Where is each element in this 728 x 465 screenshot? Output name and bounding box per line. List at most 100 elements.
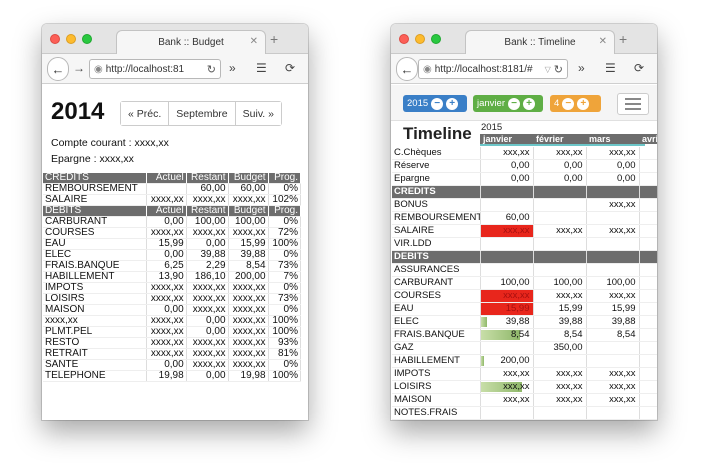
amount-cell[interactable]: 8,54 bbox=[586, 328, 640, 343]
overflow-chevron-icon[interactable]: » bbox=[229, 61, 236, 75]
amount-cell[interactable]: 0,00 bbox=[586, 159, 640, 174]
back-arrow-icon[interactable]: ← bbox=[48, 58, 68, 80]
amount-cell[interactable]: xxx,xx bbox=[533, 367, 587, 382]
month-selector[interactable]: Septembre bbox=[168, 102, 235, 125]
close-window-button[interactable] bbox=[50, 34, 60, 44]
amount-cell[interactable] bbox=[533, 406, 587, 420]
forward-arrow-icon[interactable]: → bbox=[73, 61, 85, 75]
amount-cell[interactable]: xxx,xx bbox=[533, 147, 587, 161]
reload-icon[interactable]: ↻ bbox=[554, 63, 563, 76]
nav-buttons: ← bbox=[47, 57, 69, 81]
amount-cell: xxxx,xx bbox=[228, 227, 269, 240]
year-decrement-button[interactable]: − bbox=[431, 97, 444, 110]
amount-cell[interactable]: xxx,xx bbox=[480, 380, 534, 395]
amount-cell[interactable]: 200,00 bbox=[480, 354, 534, 369]
amount-cell[interactable]: 0,00 bbox=[586, 172, 640, 187]
amount-cell[interactable]: xxx,xx bbox=[586, 380, 640, 395]
zoom-window-button[interactable] bbox=[431, 34, 441, 44]
amount-cell[interactable]: 60,00 bbox=[480, 211, 534, 226]
amount-cell[interactable]: xxx,xx bbox=[480, 289, 534, 304]
close-window-button[interactable] bbox=[399, 34, 409, 44]
amount-cell[interactable]: xxx,xx bbox=[586, 224, 640, 239]
amount-cell[interactable]: xxx,xx bbox=[533, 393, 587, 408]
browser-tab[interactable]: Bank :: Timeline ✕ bbox=[465, 30, 615, 54]
prev-month-button[interactable]: « Préc. bbox=[121, 102, 169, 125]
close-icon[interactable]: ✕ bbox=[599, 36, 607, 47]
count-increment-button[interactable]: + bbox=[577, 97, 590, 110]
amount-cell[interactable] bbox=[480, 237, 534, 252]
zoom-window-button[interactable] bbox=[82, 34, 92, 44]
amount-cell[interactable]: 39,88 bbox=[533, 315, 587, 330]
amount-cell[interactable]: xxx,xx bbox=[586, 147, 640, 161]
month-decrement-button[interactable]: − bbox=[508, 97, 520, 110]
sync-icon[interactable]: ⟳ bbox=[285, 61, 295, 75]
amount-cell[interactable] bbox=[533, 198, 587, 213]
amount-cell[interactable]: 8,54 bbox=[533, 328, 587, 343]
amount-cell[interactable]: 100,00 bbox=[480, 276, 534, 291]
amount-cell[interactable] bbox=[586, 211, 640, 226]
amount-cell[interactable]: xxx,xx bbox=[533, 224, 587, 239]
amount-cell[interactable] bbox=[533, 211, 587, 226]
reload-icon[interactable]: ↻ bbox=[207, 63, 216, 76]
amount-cell[interactable]: xxx,xx bbox=[586, 198, 640, 213]
amount-cell[interactable] bbox=[480, 198, 534, 213]
amount-cell[interactable] bbox=[533, 354, 587, 369]
amount-cell[interactable]: 0,00 bbox=[533, 159, 587, 174]
month-label: mars bbox=[589, 134, 611, 144]
amount-cell[interactable]: 0,00 bbox=[480, 159, 534, 174]
amount-cell[interactable]: 0,00 bbox=[533, 172, 587, 187]
next-month-button[interactable]: Suiv. » bbox=[234, 102, 281, 125]
amount-cell[interactable]: 100,00 bbox=[533, 276, 587, 291]
amount-cell[interactable] bbox=[586, 263, 640, 278]
amount-cell[interactable]: xxx,xx bbox=[480, 393, 534, 408]
amount-cell[interactable] bbox=[586, 354, 640, 369]
url-bar[interactable]: ◉ http://localhost:81 ↻ bbox=[89, 59, 221, 79]
globe-icon: ◉ bbox=[94, 63, 103, 75]
amount-cell[interactable]: xxx,xx bbox=[480, 224, 534, 239]
sync-icon[interactable]: ⟳ bbox=[634, 61, 644, 75]
month-increment-button[interactable]: + bbox=[523, 97, 535, 110]
amount-cell[interactable] bbox=[480, 406, 534, 420]
menu-icon[interactable]: ☰ bbox=[605, 61, 616, 75]
overflow-chevron-icon[interactable]: » bbox=[578, 61, 585, 75]
amount-cell[interactable]: 8,54 bbox=[480, 328, 534, 343]
amount-cell[interactable]: 350,00 bbox=[533, 341, 587, 356]
amount-cell[interactable]: 100,00 bbox=[586, 276, 640, 291]
hamburger-menu-button[interactable] bbox=[617, 93, 649, 115]
budget-table: CREDITS Actuel Restant Budget Prog. REMBOURSE… bbox=[43, 173, 302, 383]
amount-cell[interactable] bbox=[533, 237, 587, 252]
amount-cell[interactable] bbox=[586, 237, 640, 252]
close-icon[interactable]: ✕ bbox=[250, 36, 258, 47]
minimize-window-button[interactable] bbox=[415, 34, 425, 44]
month-control: janvier − + bbox=[473, 95, 543, 112]
amount-cell[interactable]: xxx,xx bbox=[586, 393, 640, 408]
amount-cell[interactable]: xxx,xx bbox=[533, 380, 587, 395]
amount-cell[interactable]: 15,99 bbox=[533, 302, 587, 317]
new-tab-icon[interactable]: + bbox=[619, 31, 627, 47]
amount-cell[interactable] bbox=[586, 341, 640, 356]
back-arrow-icon[interactable]: ← bbox=[397, 58, 417, 80]
amount-cell[interactable] bbox=[533, 263, 587, 278]
amount-cell[interactable]: xxx,xx bbox=[533, 289, 587, 304]
amount-cell[interactable]: 0,00 bbox=[480, 172, 534, 187]
minimize-window-button[interactable] bbox=[66, 34, 76, 44]
amount-cell[interactable]: 39,88 bbox=[480, 315, 534, 330]
amount-cell[interactable]: xxx,xx bbox=[586, 367, 640, 382]
amount-cell[interactable]: 39,88 bbox=[586, 315, 640, 330]
year-increment-button[interactable]: + bbox=[446, 97, 459, 110]
amount-cell: 0,00 bbox=[146, 304, 187, 317]
url-dropdown-icon[interactable]: ▽ bbox=[545, 65, 551, 74]
amount-cell[interactable]: xxx,xx bbox=[480, 147, 534, 161]
url-bar[interactable]: ◉ http://localhost:8181/# ▽ ↻ bbox=[418, 59, 568, 79]
amount-cell[interactable]: 15,99 bbox=[586, 302, 640, 317]
browser-tab[interactable]: Bank :: Budget ✕ bbox=[116, 30, 266, 54]
amount-cell[interactable] bbox=[480, 263, 534, 278]
amount-cell[interactable]: xxx,xx bbox=[586, 289, 640, 304]
amount-cell[interactable]: xxx,xx bbox=[480, 367, 534, 382]
amount-cell[interactable] bbox=[480, 341, 534, 356]
menu-icon[interactable]: ☰ bbox=[256, 61, 267, 75]
amount-cell[interactable] bbox=[586, 406, 640, 420]
amount-cell[interactable]: 15,99 bbox=[480, 302, 534, 317]
new-tab-icon[interactable]: + bbox=[270, 31, 278, 47]
count-decrement-button[interactable]: − bbox=[562, 97, 575, 110]
